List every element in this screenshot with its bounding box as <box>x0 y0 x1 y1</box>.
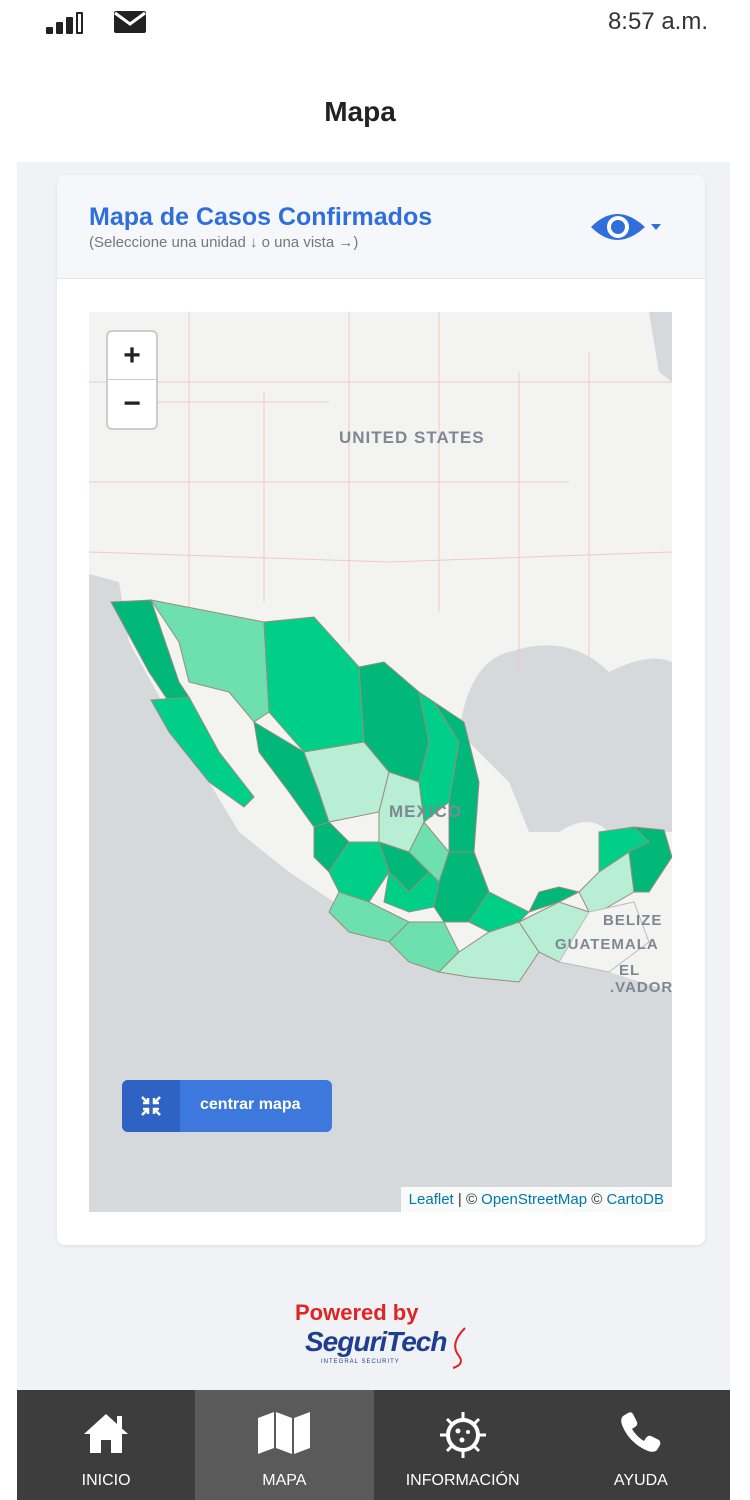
map-view[interactable]: + − UNITED STATES MEXICO BELIZE GUATEMAL… <box>89 312 672 1212</box>
nav-informacion[interactable]: INFORMACIÓN <box>374 1390 552 1500</box>
zoom-out-button[interactable]: − <box>108 380 156 428</box>
powered-by-text: Powered by <box>295 1300 419 1325</box>
seguritech-tagline: INTEGRAL SECURITY <box>321 1359 400 1365</box>
view-dropdown-button[interactable] <box>587 205 667 249</box>
label-guatemala: GUATEMALA <box>555 936 659 953</box>
mail-icon <box>113 10 147 34</box>
compress-icon <box>122 1080 180 1132</box>
leaflet-link[interactable]: Leaflet <box>409 1191 454 1208</box>
openstreetmap-link[interactable]: OpenStreetMap <box>481 1191 587 1208</box>
label-mexico: MEXICO <box>389 802 463 821</box>
caret-down-icon <box>651 224 661 230</box>
phone-icon <box>621 1412 661 1452</box>
zoom-control: + − <box>106 330 158 430</box>
center-map-button[interactable]: centrar mapa <box>122 1080 332 1132</box>
nav-mapa[interactable]: MAPA <box>195 1390 374 1500</box>
attribution-separator: | © <box>453 1191 482 1208</box>
seguritech-swoosh-icon <box>452 1327 466 1369</box>
label-salvador: .VADOR <box>610 979 672 996</box>
nav-informacion-label: INFORMACIÓN <box>405 1472 520 1489</box>
attribution-separator-2: © <box>587 1191 607 1208</box>
label-united-states: UNITED STATES <box>339 428 485 447</box>
bottom-nav: INICIO MAPA INFORMACIÓN AYUDA <box>17 1390 730 1500</box>
nav-ayuda-label: AYUDA <box>613 1472 668 1489</box>
cartodb-link[interactable]: CartoDB <box>606 1191 664 1208</box>
powered-by-footer: Powered by SeguriTech INTEGRAL SECURITY <box>17 1282 730 1390</box>
map-attribution: Leaflet | © OpenStreetMap © CartoDB <box>400 1187 672 1212</box>
clock: 8:57 a.m. <box>607 8 708 35</box>
nav-inicio[interactable]: INICIO <box>17 1390 195 1500</box>
seguritech-logo: SeguriTech <box>305 1326 447 1357</box>
label-el: EL <box>619 962 641 979</box>
card-header: Mapa de Casos Confirmados (Seleccione un… <box>57 175 705 279</box>
virus-icon <box>439 1412 486 1458</box>
label-belize: BELIZE <box>603 912 663 929</box>
home-icon <box>84 1414 129 1453</box>
card-title: Mapa de Casos Confirmados <box>89 203 433 231</box>
nav-inicio-label: INICIO <box>81 1472 131 1489</box>
card-subtitle: (Seleccione una unidad ↓ o una vista →) <box>89 234 359 251</box>
map-icon <box>258 1412 311 1454</box>
status-bar: 8:57 a.m. <box>0 0 750 48</box>
nav-ayuda[interactable]: AYUDA <box>552 1390 730 1500</box>
page-title: Mapa <box>324 96 396 127</box>
eye-icon <box>591 214 661 240</box>
signal-icon <box>46 10 90 34</box>
center-map-label: centrar mapa <box>200 1096 301 1113</box>
nav-mapa-label: MAPA <box>262 1472 307 1489</box>
zoom-in-button[interactable]: + <box>108 332 156 380</box>
